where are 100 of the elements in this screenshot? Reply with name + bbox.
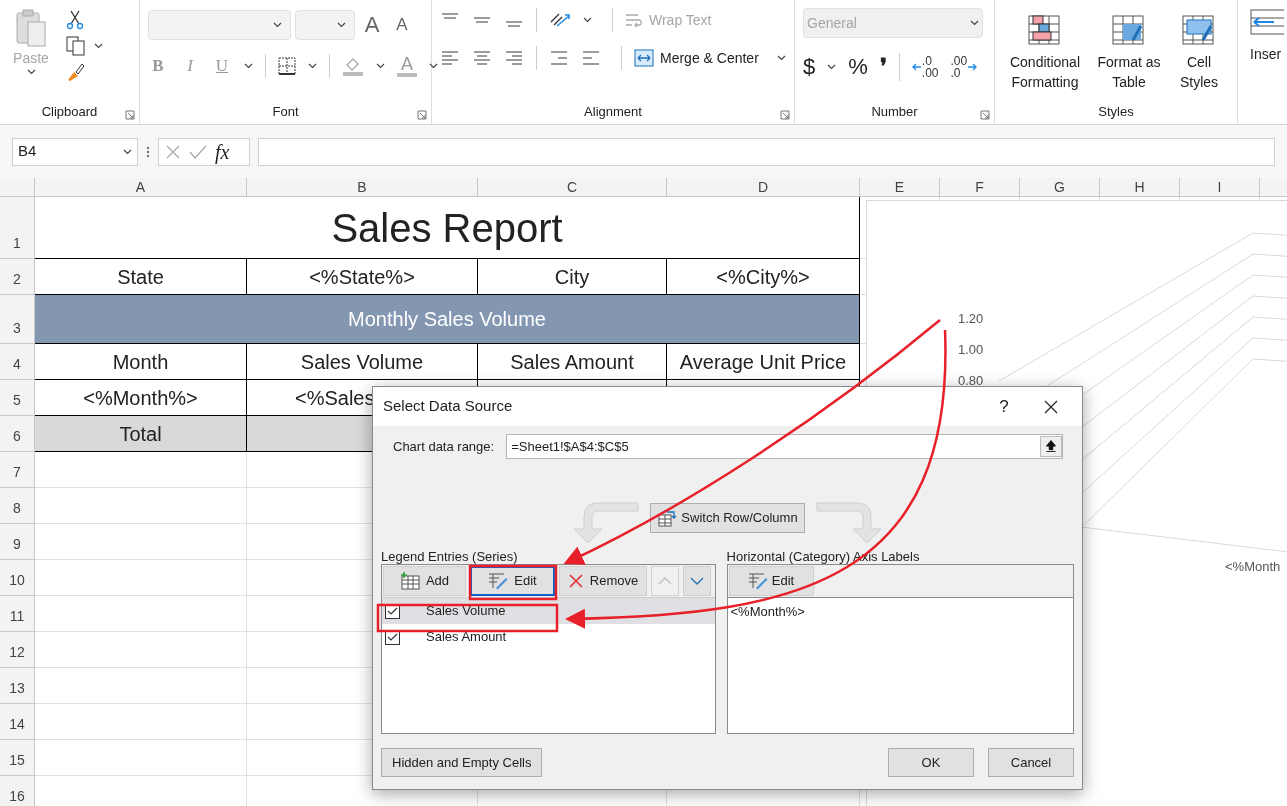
row-header[interactable]: 6 bbox=[0, 416, 35, 452]
section-label: Legend Entries (Series) bbox=[381, 548, 519, 564]
select-all-corner[interactable] bbox=[0, 178, 35, 197]
decimal-label[interactable]: .00 bbox=[921, 66, 939, 79]
formula-input[interactable] bbox=[258, 137, 1275, 166]
grid-cell[interactable] bbox=[35, 632, 247, 668]
chevron-down-icon bbox=[690, 577, 704, 585]
decrease-indent-icon[interactable] bbox=[549, 49, 569, 67]
insert-cells-icon[interactable] bbox=[1250, 8, 1284, 38]
add-series-button[interactable]: Add bbox=[383, 566, 466, 596]
column-header[interactable]: I bbox=[1180, 178, 1260, 197]
table-cell[interactable]: Average Unit Price bbox=[667, 344, 860, 380]
row-header[interactable]: 11 bbox=[0, 596, 35, 632]
caret-icon bbox=[376, 62, 385, 69]
row-header[interactable]: 10 bbox=[0, 560, 35, 596]
row-header[interactable]: 9 bbox=[0, 524, 35, 560]
column-header[interactable]: H bbox=[1100, 178, 1180, 197]
style-gallery-button[interactable]: Cell Styles bbox=[1171, 14, 1227, 102]
column-header[interactable]: G bbox=[1020, 178, 1100, 197]
insert-function-button[interactable]: fx bbox=[215, 136, 230, 167]
borders-icon[interactable] bbox=[278, 56, 296, 75]
column-header[interactable]: B bbox=[247, 178, 478, 197]
row-header[interactable]: 8 bbox=[0, 488, 35, 524]
dialog-button[interactable]: Hidden and Empty Cells bbox=[381, 748, 543, 777]
remove-series-button[interactable]: Remove bbox=[559, 566, 647, 596]
font-size-button[interactable]: A bbox=[359, 8, 385, 41]
merge-center-button[interactable]: Merge & Center bbox=[634, 47, 786, 69]
cancel-icon[interactable] bbox=[165, 143, 181, 160]
row-header[interactable]: 1 bbox=[0, 197, 35, 259]
currency-button[interactable]: $ bbox=[803, 50, 816, 83]
style-gallery-button[interactable]: Conditional Formatting bbox=[1003, 14, 1087, 102]
field-label: Chart data range: bbox=[393, 437, 495, 456]
table-cell[interactable]: Month bbox=[35, 344, 247, 380]
move-down-button[interactable] bbox=[683, 566, 711, 596]
comma-button[interactable]: ❜ bbox=[879, 50, 887, 83]
font-size-button[interactable]: A bbox=[389, 11, 415, 38]
grid-cell[interactable] bbox=[35, 668, 247, 704]
row-header[interactable]: 4 bbox=[0, 344, 35, 380]
insert-label[interactable]: Inser bbox=[1250, 44, 1282, 65]
decimal-label[interactable]: .0 bbox=[921, 54, 939, 67]
dialog-button[interactable]: Cancel bbox=[988, 748, 1074, 777]
row-header[interactable]: 12 bbox=[0, 632, 35, 668]
grid-cell[interactable] bbox=[35, 704, 247, 740]
enter-icon[interactable] bbox=[189, 143, 207, 160]
grid-cell[interactable] bbox=[35, 524, 247, 560]
caret-icon bbox=[94, 43, 103, 49]
dialog-launcher-icon[interactable] bbox=[980, 110, 990, 120]
row-header[interactable]: 2 bbox=[0, 259, 35, 295]
column-header[interactable]: F bbox=[940, 178, 1020, 197]
dialog-launcher-icon[interactable] bbox=[125, 110, 135, 120]
grid-cell[interactable] bbox=[35, 596, 247, 632]
align-left-icon[interactable] bbox=[440, 49, 460, 67]
row-header[interactable]: 15 bbox=[0, 740, 35, 776]
grid-cell[interactable] bbox=[35, 452, 247, 488]
format-painter-icon[interactable] bbox=[66, 62, 86, 82]
scissors-icon[interactable] bbox=[66, 10, 84, 30]
column-header[interactable]: D bbox=[667, 178, 860, 197]
edit-series-button[interactable]: Edit bbox=[470, 566, 555, 596]
table-cell[interactable]: Sales Report bbox=[35, 197, 860, 259]
table-cell[interactable]: Total bbox=[35, 416, 247, 452]
range-input[interactable]: =Sheet1!$A$4:$C$5 bbox=[506, 434, 1063, 459]
style-gallery-button[interactable]: Format as Table bbox=[1093, 14, 1165, 102]
add-row-icon bbox=[399, 572, 420, 590]
help-button[interactable]: ? bbox=[984, 393, 1024, 420]
column-header[interactable]: A bbox=[35, 178, 247, 197]
edit-table-icon bbox=[488, 572, 509, 590]
edit-axis-button[interactable]: Edit bbox=[728, 566, 814, 596]
table-style-icon bbox=[1027, 14, 1063, 48]
row-header[interactable]: 14 bbox=[0, 704, 35, 740]
grid-cell[interactable] bbox=[35, 560, 247, 596]
name-box[interactable]: B4 bbox=[12, 137, 138, 166]
percent-button[interactable]: % bbox=[848, 50, 868, 83]
column-header[interactable]: C bbox=[478, 178, 667, 197]
row-header[interactable]: 5 bbox=[0, 380, 35, 416]
caret-icon bbox=[337, 21, 346, 28]
decimal-label[interactable]: .0 bbox=[950, 66, 968, 79]
dialog-launcher-icon[interactable] bbox=[417, 110, 427, 120]
table-cell[interactable]: Sales Volume bbox=[247, 344, 478, 380]
dialog-button[interactable]: OK bbox=[888, 748, 974, 777]
grid-cell[interactable] bbox=[35, 740, 247, 776]
group-label: Number bbox=[871, 102, 918, 121]
align-right-icon[interactable] bbox=[504, 49, 524, 67]
align-center-icon[interactable] bbox=[472, 49, 492, 67]
axis-label-item[interactable]: <%Month%> bbox=[727, 598, 1073, 622]
row-header[interactable]: 7 bbox=[0, 452, 35, 488]
collapse-dialog-icon[interactable] bbox=[1040, 436, 1062, 457]
close-icon[interactable] bbox=[1044, 399, 1058, 414]
copy-icon[interactable] bbox=[66, 36, 86, 56]
caret-icon bbox=[123, 148, 132, 155]
decimal-label[interactable]: .00 bbox=[950, 54, 968, 67]
grid-cell[interactable] bbox=[35, 488, 247, 524]
caret-icon bbox=[827, 63, 837, 70]
dialog-launcher-icon[interactable] bbox=[780, 110, 790, 120]
column-header[interactable]: E bbox=[860, 178, 940, 197]
table-cell[interactable]: Sales Amount bbox=[478, 344, 667, 380]
row-header[interactable]: 13 bbox=[0, 668, 35, 704]
row-header[interactable]: 16 bbox=[0, 776, 35, 806]
row-header[interactable]: 3 bbox=[0, 295, 35, 344]
increase-indent-icon[interactable] bbox=[581, 49, 601, 67]
switch-row-column-button[interactable]: Switch Row/Column bbox=[650, 503, 805, 533]
